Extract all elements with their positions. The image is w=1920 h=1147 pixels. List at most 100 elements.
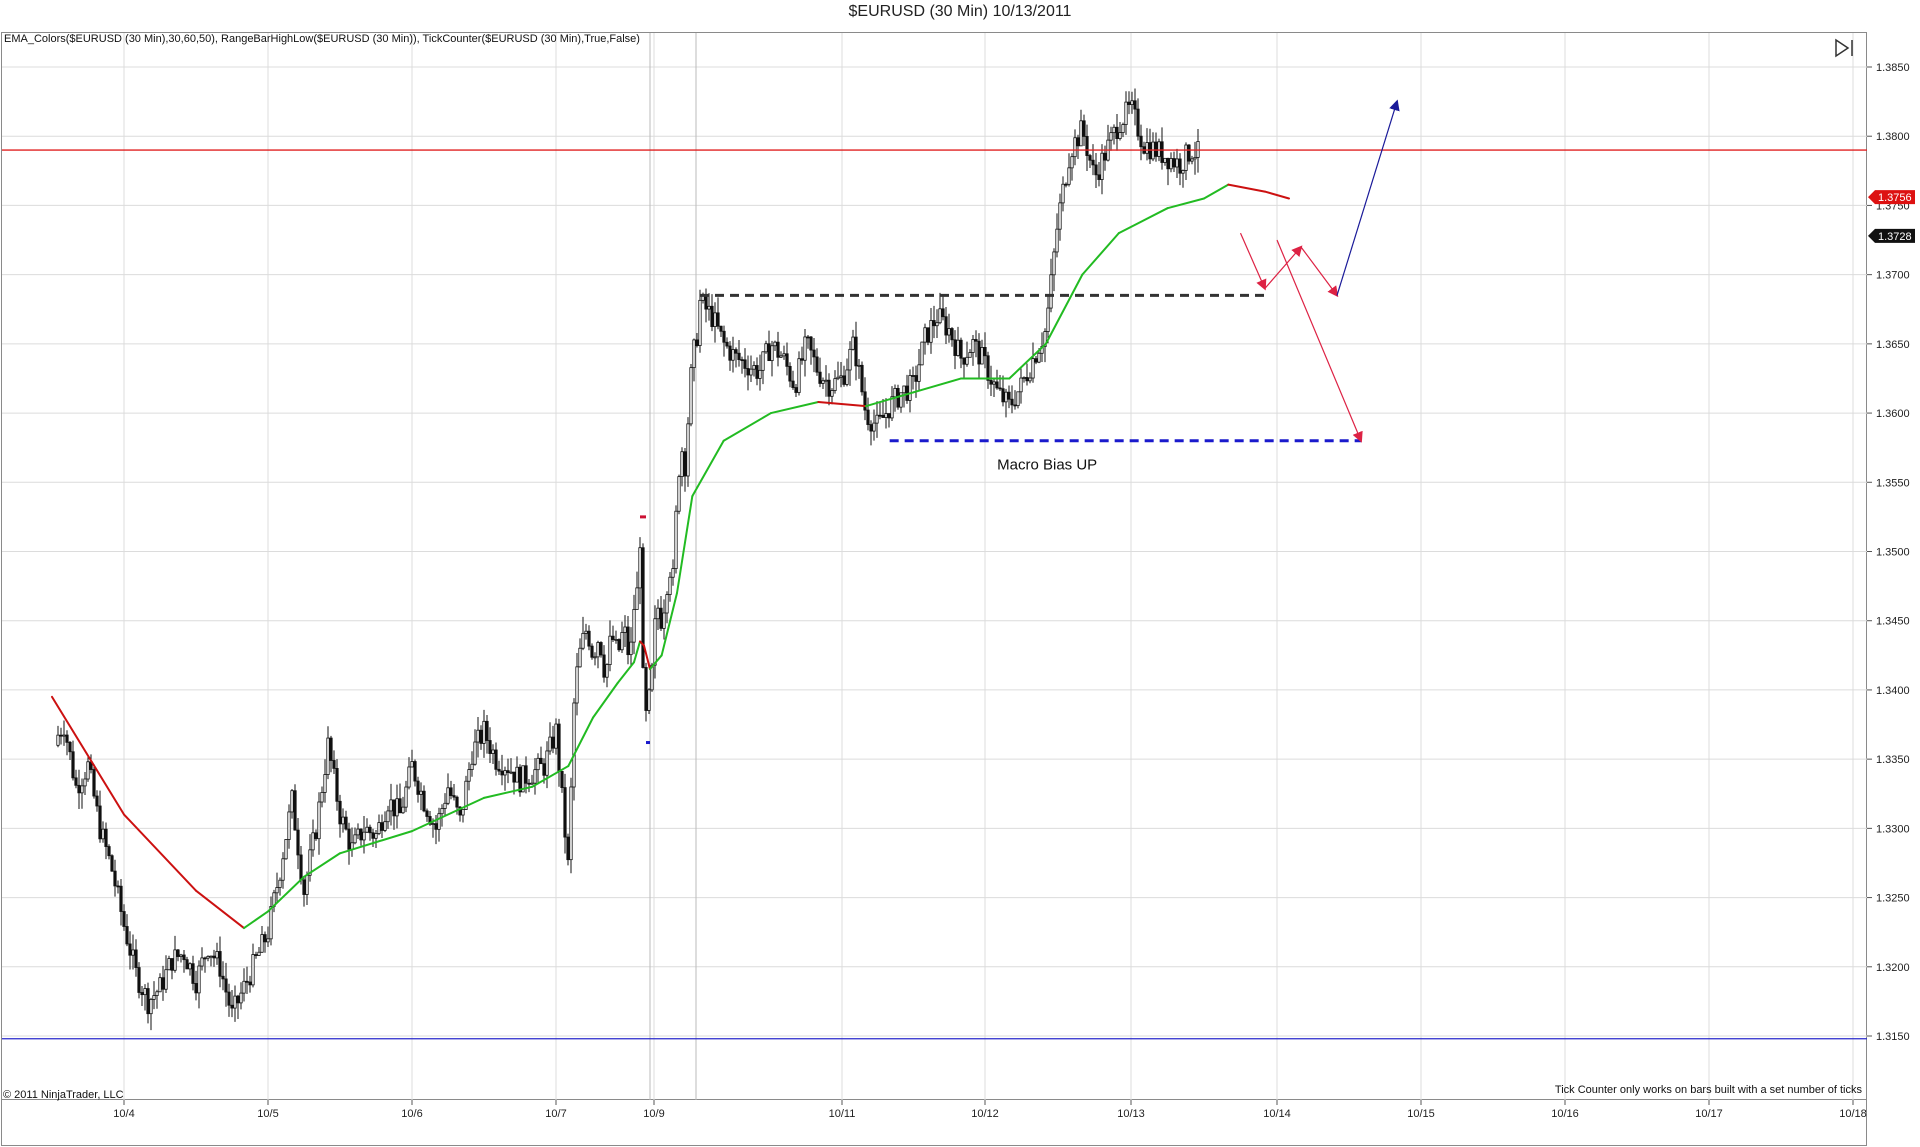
- candle-body: [1016, 391, 1020, 407]
- price-chart-svg[interactable]: 1.3150 1.3200 1.3250 1.3300 1.3350 1.3400 1.34…: [0, 0, 1920, 1147]
- candle-body: [359, 828, 363, 841]
- candle-body: [365, 826, 369, 833]
- candle-body: [242, 980, 246, 994]
- candle-body: [215, 951, 219, 959]
- candle-body: [320, 792, 324, 803]
- candle-body: [824, 379, 828, 382]
- candle-body: [959, 339, 963, 359]
- candle-body: [152, 995, 156, 1000]
- candle-body: [710, 305, 714, 327]
- candle-body: [761, 351, 765, 371]
- candle-body: [1103, 152, 1107, 161]
- candle-body: [722, 330, 726, 343]
- candle-body: [665, 594, 669, 614]
- candle-body: [1022, 377, 1026, 379]
- candle-body: [932, 320, 936, 327]
- candle-body: [509, 771, 513, 774]
- candle-body: [881, 414, 885, 418]
- candle-body: [1100, 152, 1104, 180]
- candle-body: [773, 341, 777, 347]
- y-tick-label: 1.3350: [1876, 754, 1910, 766]
- candle-body: [821, 380, 825, 384]
- candle-body: [296, 829, 300, 856]
- candle-body: [1064, 183, 1068, 186]
- candle-body: [227, 991, 231, 1006]
- candle-body: [533, 769, 537, 784]
- candle-body: [671, 568, 675, 578]
- candle-body: [542, 763, 546, 776]
- x-tick-label: 10/17: [1695, 1108, 1723, 1120]
- candle-body: [341, 816, 345, 825]
- candle-body: [950, 328, 954, 341]
- projection-arrow: [1336, 99, 1400, 296]
- candle-body: [1145, 142, 1149, 154]
- y-tick-label: 1.3300: [1876, 823, 1910, 835]
- candle-body: [527, 782, 531, 785]
- candle-body: [860, 364, 864, 393]
- candle-body: [473, 741, 477, 765]
- candle-body: [620, 632, 624, 651]
- candle-body: [1058, 202, 1062, 230]
- candle-body: [284, 839, 288, 860]
- candle-body: [443, 802, 447, 809]
- candle-body: [299, 854, 303, 881]
- candle-body: [119, 885, 123, 912]
- candle-body: [830, 390, 834, 397]
- candle-body: [566, 836, 570, 861]
- candle-body: [548, 736, 552, 752]
- ema-segment: [633, 640, 641, 664]
- candle-body: [809, 336, 813, 351]
- candle-body: [317, 801, 321, 840]
- candle-body: [395, 798, 399, 817]
- candle-body: [1088, 155, 1092, 161]
- candle-body: [680, 451, 684, 478]
- candle-body: [398, 798, 402, 814]
- candle-body: [362, 831, 366, 841]
- candle-body: [617, 639, 621, 651]
- candle-body: [1055, 228, 1059, 253]
- candle-body: [800, 358, 804, 361]
- x-tick-label: 10/11: [829, 1108, 856, 1120]
- candle-body: [122, 911, 126, 927]
- candle-body: [971, 339, 975, 353]
- candle-body: [716, 312, 720, 327]
- price-tag-label: 1.3728: [1878, 231, 1912, 243]
- candle-body: [1046, 307, 1050, 332]
- candle-body: [185, 959, 189, 970]
- candle-body: [815, 356, 819, 373]
- candle-body: [434, 823, 438, 830]
- candle-body: [833, 378, 837, 391]
- x-tick-label: 10/9: [643, 1108, 664, 1120]
- candle-body: [599, 642, 603, 656]
- candle-body: [686, 423, 690, 477]
- candle-body: [164, 969, 168, 990]
- candle-body: [659, 607, 663, 629]
- candle-body: [506, 770, 510, 773]
- candle-body: [1091, 159, 1095, 166]
- ema-segment: [1081, 232, 1120, 276]
- candle-body: [1094, 164, 1098, 176]
- candle-body: [194, 983, 198, 994]
- candle-body: [662, 612, 666, 629]
- candle-body: [158, 977, 162, 993]
- y-tick-label: 1.3800: [1876, 131, 1910, 143]
- candle-body: [371, 832, 375, 839]
- candle-body: [1067, 167, 1071, 185]
- candle-body: [677, 476, 681, 512]
- candle-body: [749, 368, 753, 376]
- candle-body: [689, 367, 693, 425]
- candle-body: [503, 770, 507, 776]
- candle-body: [113, 870, 117, 887]
- y-tick-label: 1.3500: [1876, 547, 1910, 559]
- copyright-label: © 2011 NinjaTrader, LLC: [3, 1089, 124, 1101]
- candle-body: [62, 734, 66, 737]
- candle-body: [602, 654, 606, 678]
- candle-body: [332, 760, 336, 769]
- candle-body: [203, 957, 207, 960]
- candle-body: [557, 723, 561, 772]
- candle-body: [731, 349, 735, 361]
- candle-body: [983, 347, 987, 357]
- x-tick-label: 10/14: [1263, 1108, 1291, 1120]
- candle-body: [1052, 251, 1056, 276]
- candle-body: [1013, 404, 1017, 407]
